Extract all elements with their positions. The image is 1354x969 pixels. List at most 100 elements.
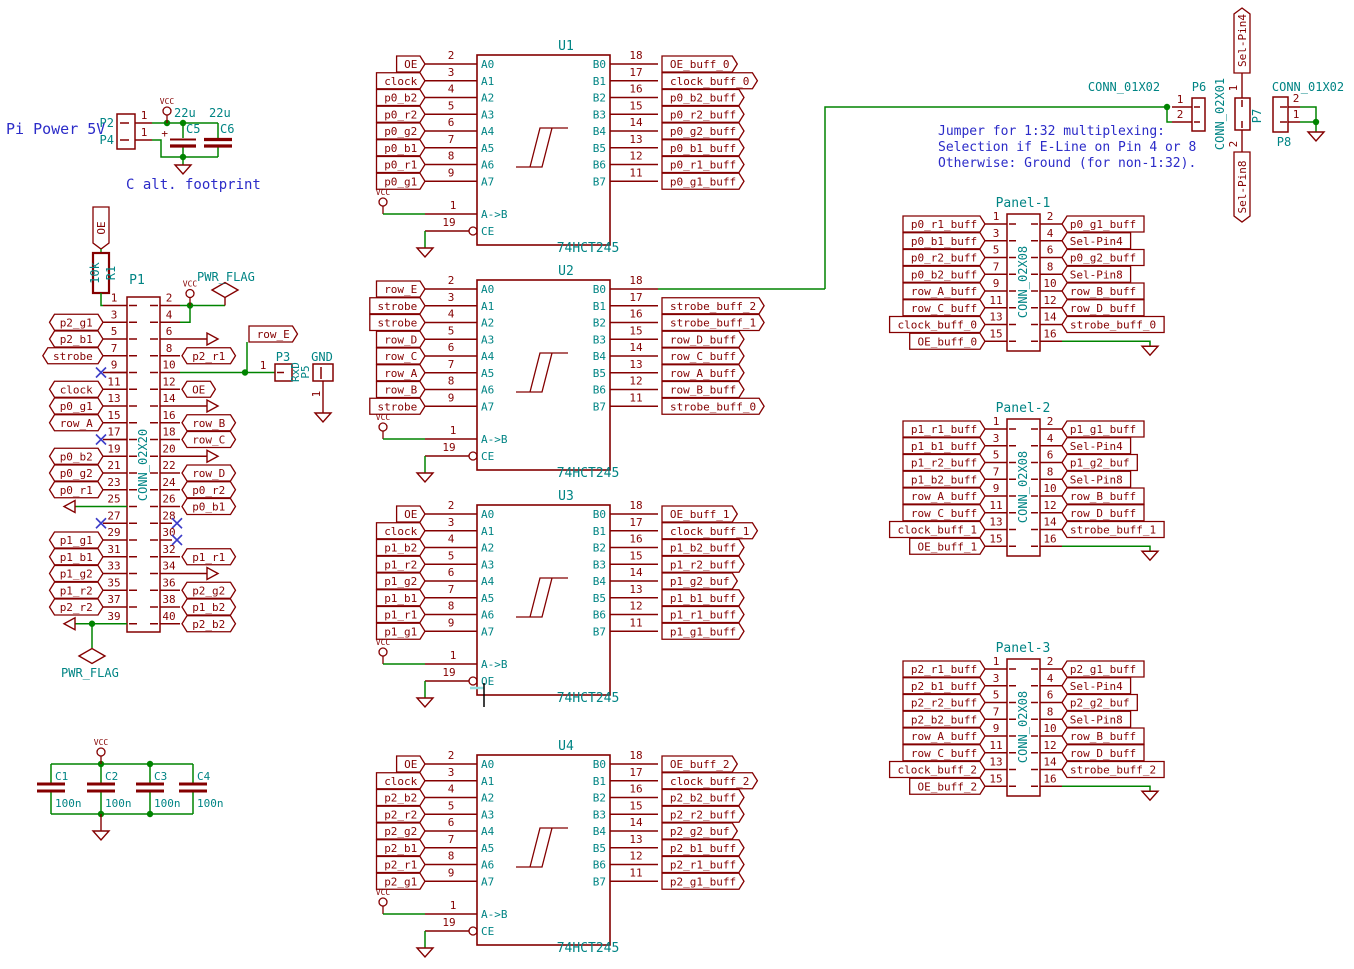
- net-label-p2_b1_buff[interactable]: p2_b1_buff: [903, 678, 985, 694]
- net-label-row_A_buff[interactable]: row_A_buff: [903, 283, 985, 299]
- net-label-row_D_buff[interactable]: row_D_buff: [1062, 505, 1144, 521]
- net-label-p2_g1_buff[interactable]: p2_g1_buff: [1062, 661, 1144, 677]
- net-label-p0_r1_buff[interactable]: p0_r1_buff: [903, 216, 985, 232]
- net-label-Sel-Pin4[interactable]: Sel-Pin4: [1062, 678, 1131, 694]
- pin-name: B1: [593, 525, 606, 538]
- pin-name: B4: [593, 125, 607, 138]
- net-label-p1_b2_buff[interactable]: p1_b2_buff: [903, 471, 985, 487]
- note-text[interactable]: Selection if E-Line on Pin 4 or 8: [938, 140, 1196, 155]
- net-label-p2_b1_buff[interactable]: p2_b1_buff: [662, 840, 744, 856]
- net-label-row_B_buff[interactable]: row_B_buff: [1062, 283, 1144, 299]
- net-label-OE_buff_0[interactable]: OE_buff_0: [662, 56, 737, 72]
- net-label-p0_r2_buff[interactable]: p0_r2_buff: [903, 250, 985, 266]
- net-label-row_C_buff[interactable]: row_C_buff: [903, 745, 985, 761]
- net-label-strobe_buff_1[interactable]: strobe_buff_1: [662, 315, 764, 331]
- net-label-row_C_buff[interactable]: row_C_buff: [662, 348, 744, 364]
- net-label-row_D_buff[interactable]: row_D_buff: [1062, 745, 1144, 761]
- net-label-row_A_buff[interactable]: row_A_buff: [662, 365, 744, 381]
- net-label-p1_g1_buff[interactable]: p1_g1_buff: [1062, 421, 1144, 437]
- net-label-p1_r2_buff[interactable]: p1_r2_buff: [903, 455, 985, 471]
- pin-number: 5: [993, 689, 1000, 702]
- net-label-Sel-Pin4[interactable]: Sel-Pin4: [1234, 8, 1250, 73]
- net-label-Sel-Pin8[interactable]: Sel-Pin8: [1062, 266, 1131, 282]
- note-text[interactable]: Otherwise: Ground (for non-1:32).: [938, 156, 1196, 171]
- pin-number: 16: [629, 783, 642, 796]
- net-label-row_B_buff[interactable]: row_B_buff: [1062, 728, 1144, 744]
- net-label-p0_g1_buff[interactable]: p0_g1_buff: [1062, 216, 1144, 232]
- net-label-Sel-Pin4[interactable]: Sel-Pin4: [1062, 438, 1131, 454]
- net-label-row_B_buff[interactable]: row_B_buff: [1062, 488, 1144, 504]
- net-label-p1_b2_buff[interactable]: p1_b2_buff: [662, 540, 744, 556]
- net-label-strobe_buff_2[interactable]: strobe_buff_2: [662, 298, 764, 314]
- net-label-strobe[interactable]: strobe: [370, 315, 425, 331]
- pin-name: A4: [481, 350, 495, 363]
- note-text[interactable]: C alt. footprint: [126, 177, 261, 193]
- pwr-flag-label[interactable]: PWR_FLAG: [197, 270, 255, 284]
- net-label-p1_g1_buff[interactable]: p1_g1_buff: [662, 623, 744, 639]
- net-label-text: Sel-Pin8: [1236, 161, 1249, 214]
- net-label-text: p1_r1_buff: [670, 609, 736, 622]
- pin-number: 6: [1047, 689, 1054, 702]
- net-label-OE_buff_0[interactable]: OE_buff_0: [910, 333, 985, 349]
- net-label-Sel-Pin8[interactable]: Sel-Pin8: [1234, 152, 1250, 222]
- net-label-row_A_buff[interactable]: row_A_buff: [903, 488, 985, 504]
- net-label-p2_g1_buff[interactable]: p2_g1_buff: [662, 873, 744, 889]
- net-label-strobe_buff_0[interactable]: strobe_buff_0: [662, 398, 764, 414]
- note-text[interactable]: Pi Power 5V: [6, 120, 105, 138]
- net-label-p1_g2_buf[interactable]: p1_g2_buf: [662, 573, 737, 589]
- net-label-clock_buff_2[interactable]: clock_buff_2: [890, 762, 985, 778]
- net-label-p0_b1_buff[interactable]: p0_b1_buff: [903, 233, 985, 249]
- net-label-row_C_buff[interactable]: row_C_buff: [903, 300, 985, 316]
- net-label-OE_buff_1[interactable]: OE_buff_1: [910, 538, 985, 554]
- pin-number: 40: [162, 610, 175, 623]
- net-label-p2_r1_buff[interactable]: p2_r1_buff: [903, 661, 985, 677]
- net-label-p2_g2_buf[interactable]: p2_g2_buf: [1062, 695, 1137, 711]
- net-label-row_A_buff[interactable]: row_A_buff: [903, 728, 985, 744]
- net-label-p0_r2_buff[interactable]: p0_r2_buff: [662, 106, 744, 122]
- net-label-OE_buff_2[interactable]: OE_buff_2: [662, 756, 737, 772]
- net-label-p0_g1_buff[interactable]: p0_g1_buff: [662, 173, 744, 189]
- net-label-clock_buff_1[interactable]: clock_buff_1: [662, 523, 757, 539]
- net-label-p1_r2_buff[interactable]: p1_r2_buff: [662, 556, 744, 572]
- net-label-p1_r1_buff[interactable]: p1_r1_buff: [662, 607, 744, 623]
- net-label-clock_buff_2[interactable]: clock_buff_2: [662, 773, 757, 789]
- net-label-strobe[interactable]: strobe: [370, 398, 425, 414]
- net-label-p2_g2_buf[interactable]: p2_g2_buf: [662, 823, 737, 839]
- net-label-p1_b1_buff[interactable]: p1_b1_buff: [903, 438, 985, 454]
- net-label-p2_b2_buff[interactable]: p2_b2_buff: [903, 711, 985, 727]
- net-label-p1_g2_buf[interactable]: p1_g2_buf: [1062, 455, 1137, 471]
- net-label-p0_b2_buff[interactable]: p0_b2_buff: [903, 266, 985, 282]
- net-label-p1_b1_buff[interactable]: p1_b1_buff: [662, 590, 744, 606]
- net-label-row_D_buff[interactable]: row_D_buff: [1062, 300, 1144, 316]
- net-label-p2_r2_buff[interactable]: p2_r2_buff: [903, 695, 985, 711]
- net-label-strobe[interactable]: strobe: [370, 298, 425, 314]
- net-label-p0_g2_buff[interactable]: p0_g2_buff: [662, 123, 744, 139]
- net-label-strobe_buff_2[interactable]: strobe_buff_2: [1062, 762, 1164, 778]
- net-label-p0_r1_buff[interactable]: p0_r1_buff: [662, 157, 744, 173]
- net-label-Sel-Pin8[interactable]: Sel-Pin8: [1062, 711, 1131, 727]
- net-label-row_C_buff[interactable]: row_C_buff: [903, 505, 985, 521]
- net-label-clock_buff_0[interactable]: clock_buff_0: [662, 73, 757, 89]
- net-label-Sel-Pin4[interactable]: Sel-Pin4: [1062, 233, 1131, 249]
- net-label-p0_g2_buff[interactable]: p0_g2_buff: [1062, 250, 1144, 266]
- net-label-strobe_buff_1[interactable]: strobe_buff_1: [1062, 522, 1164, 538]
- net-label-clock_buff_0[interactable]: clock_buff_0: [890, 317, 985, 333]
- value-panel-1: CONN_02X08: [1016, 246, 1030, 318]
- pin-number: 31: [107, 543, 120, 556]
- net-label-p2_b2_buff[interactable]: p2_b2_buff: [662, 790, 744, 806]
- net-label-p1_r1_buff[interactable]: p1_r1_buff: [903, 421, 985, 437]
- net-label-strobe_buff_0[interactable]: strobe_buff_0: [1062, 317, 1164, 333]
- net-label-OE_buff_1[interactable]: OE_buff_1: [662, 506, 737, 522]
- net-label-p0_b1_buff[interactable]: p0_b1_buff: [662, 140, 744, 156]
- polarity-plus: +: [161, 127, 168, 140]
- net-label-Sel-Pin8[interactable]: Sel-Pin8: [1062, 471, 1131, 487]
- net-label-p0_b2_buff[interactable]: p0_b2_buff: [662, 90, 744, 106]
- pwr-flag-label[interactable]: PWR_FLAG: [61, 666, 119, 680]
- net-label-p2_r1_buff[interactable]: p2_r1_buff: [662, 857, 744, 873]
- net-label-p2_r2_buff[interactable]: p2_r2_buff: [662, 806, 744, 822]
- note-text[interactable]: Jumper for 1:32 multiplexing:: [938, 124, 1165, 139]
- net-label-row_D_buff[interactable]: row_D_buff: [662, 331, 744, 347]
- net-label-clock_buff_1[interactable]: clock_buff_1: [890, 522, 985, 538]
- net-label-row_B_buff[interactable]: row_B_buff: [662, 382, 744, 398]
- net-label-OE_buff_2[interactable]: OE_buff_2: [910, 778, 985, 794]
